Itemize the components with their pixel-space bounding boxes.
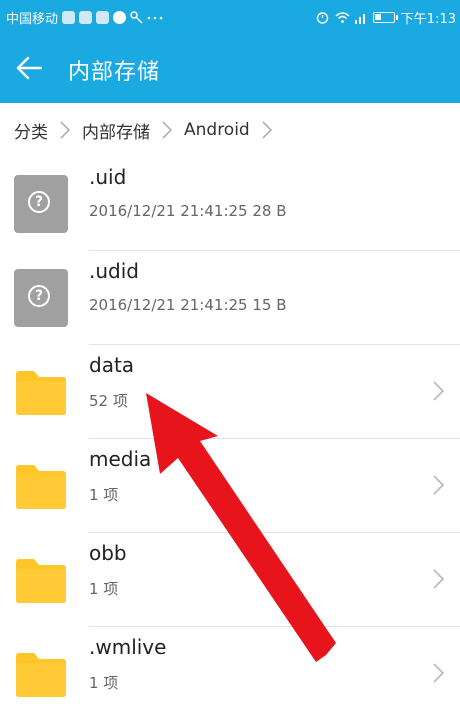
status-bar-left: 中国移动	[6, 8, 163, 27]
file-row-uid[interactable]: ? .uid 2016/12/21 21:41:25 28 B	[0, 157, 460, 251]
folder-row-wmlive[interactable]: .wmlive 1 项	[0, 627, 460, 721]
chevron-right-icon	[433, 381, 445, 401]
more-icon	[147, 11, 163, 24]
file-meta: 1 项	[89, 486, 119, 504]
chevron-right-icon	[433, 663, 445, 683]
chevron-right-icon	[60, 121, 71, 139]
folder-icon	[16, 465, 66, 509]
question-file-icon: ?	[14, 175, 68, 233]
clock-time: 下午1:13	[400, 12, 456, 27]
file-name: .wmlive	[89, 635, 167, 659]
status-bar-right: 下午1:13	[316, 8, 456, 27]
app-notification-icon	[96, 11, 110, 24]
question-file-icon: ?	[14, 269, 68, 327]
file-icon-container	[14, 439, 68, 533]
alarm-icon	[316, 11, 329, 24]
page-title: 内部存储	[68, 60, 161, 85]
folder-icon	[16, 559, 66, 603]
carrier-label: 中国移动	[6, 12, 59, 27]
app-toolbar: 内部存储	[0, 33, 460, 103]
arrow-left-icon[interactable]	[14, 53, 44, 83]
key-icon	[130, 11, 143, 24]
chevron-right-icon	[262, 121, 272, 139]
breadcrumb-item-android[interactable]: Android	[184, 120, 250, 140]
breadcrumb-item-category[interactable]: 分类	[14, 118, 48, 143]
chevron-right-icon	[433, 475, 445, 495]
folder-icon	[16, 371, 66, 415]
file-row-udid[interactable]: ? .udid 2016/12/21 21:41:25 15 B	[0, 251, 460, 345]
folder-row-obb[interactable]: obb 1 项	[0, 533, 460, 627]
file-name: obb	[89, 541, 127, 565]
status-bar: 中国移动 下午1:13	[0, 0, 460, 33]
file-name: .udid	[89, 259, 139, 283]
chevron-right-icon	[162, 121, 173, 139]
battery-icon	[372, 12, 398, 23]
file-list: ? .uid 2016/12/21 21:41:25 28 B ? .udid …	[0, 157, 460, 721]
wifi-icon	[335, 11, 350, 24]
breadcrumb: 分类 内部存储 Android	[0, 103, 460, 157]
file-icon-container: ?	[14, 251, 68, 345]
file-meta: 52 项	[89, 392, 128, 410]
file-icon-container: ?	[14, 157, 68, 251]
chevron-right-icon	[433, 569, 445, 589]
signal-icon	[354, 11, 367, 24]
file-icon-container	[14, 345, 68, 439]
app-notification-icon	[79, 11, 93, 24]
file-name: data	[89, 353, 135, 377]
file-meta: 2016/12/21 21:41:25 15 B	[89, 296, 287, 314]
file-meta: 1 项	[89, 580, 119, 598]
cloud-icon	[62, 11, 76, 24]
folder-row-media[interactable]: media 1 项	[0, 439, 460, 533]
breadcrumb-item-internal-storage[interactable]: 内部存储	[82, 118, 150, 143]
file-name: .uid	[89, 165, 127, 189]
file-icon-container	[14, 627, 68, 721]
file-icon-container	[14, 533, 68, 627]
folder-icon	[16, 653, 66, 697]
folder-row-data[interactable]: data 52 项	[0, 345, 460, 439]
file-meta: 1 项	[89, 674, 119, 692]
file-name: media	[89, 447, 152, 471]
chat-icon	[113, 11, 127, 24]
file-meta: 2016/12/21 21:41:25 28 B	[89, 202, 287, 220]
